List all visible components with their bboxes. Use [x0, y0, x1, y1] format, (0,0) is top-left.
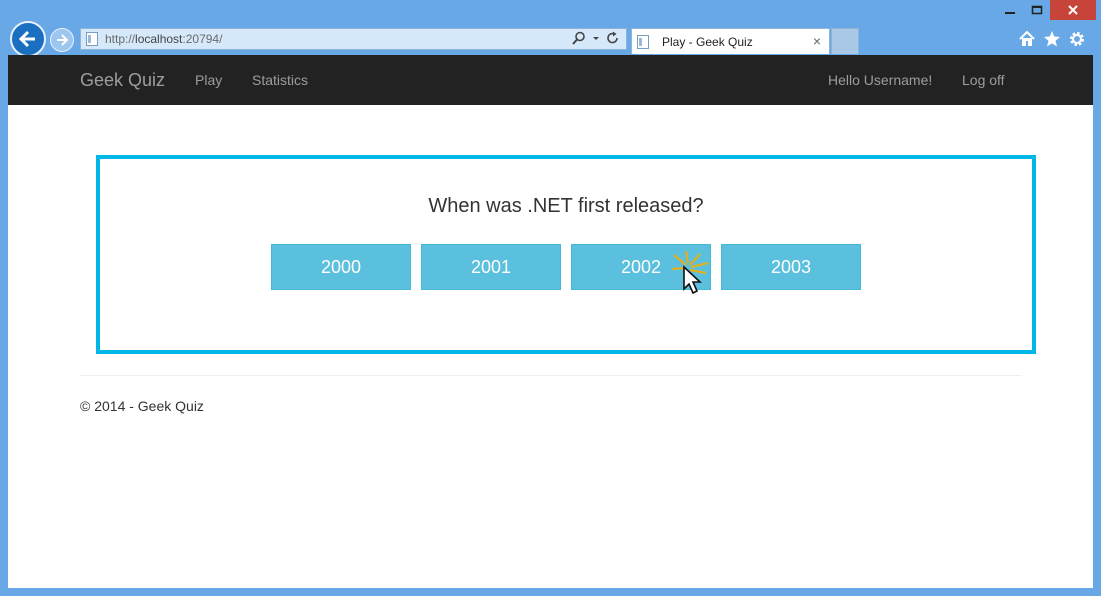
address-bar[interactable]: http://localhost:20794/ — [80, 28, 627, 50]
quiz-panel: When was .NET first released? 2000 2001 … — [96, 155, 1036, 354]
nav-link-statistics[interactable]: Statistics — [252, 72, 308, 88]
forward-arrow-icon — [57, 34, 69, 46]
logoff-link[interactable]: Log off — [962, 72, 1005, 88]
back-button[interactable] — [10, 21, 46, 57]
url-text: http://localhost:20794/ — [105, 32, 223, 46]
footer-text: © 2014 - Geek Quiz — [80, 398, 204, 414]
maximize-button[interactable] — [1024, 0, 1050, 20]
user-greeting-link[interactable]: Hello Username! — [828, 72, 932, 88]
page-icon — [637, 34, 649, 49]
browser-window: http://localhost:20794/ Play - Geek Quiz… — [0, 0, 1101, 596]
question-text: When was .NET first released? — [428, 195, 704, 217]
answer-button-2000[interactable]: 2000 — [271, 244, 411, 290]
page-viewport: Geek Quiz Play Statistics Hello Username… — [8, 55, 1093, 588]
favorites-button[interactable] — [1043, 30, 1061, 48]
maximize-icon — [1031, 5, 1043, 15]
brand-link[interactable]: Geek Quiz — [80, 70, 165, 91]
mouse-cursor-icon — [671, 251, 709, 295]
dropdown-icon[interactable] — [592, 31, 600, 45]
home-icon — [1019, 30, 1035, 46]
tab-close-button[interactable]: × — [809, 33, 825, 49]
minimize-icon — [1005, 12, 1015, 14]
close-icon — [1068, 5, 1078, 15]
gear-icon — [1070, 32, 1084, 46]
page-icon — [86, 32, 98, 46]
close-window-button[interactable] — [1050, 0, 1096, 20]
search-icon[interactable] — [572, 31, 586, 45]
star-icon — [1044, 31, 1060, 47]
nav-link-play[interactable]: Play — [195, 72, 222, 88]
site-navbar: Geek Quiz Play Statistics Hello Username… — [8, 55, 1093, 105]
footer-divider — [80, 375, 1021, 376]
tab-title: Play - Geek Quiz — [662, 34, 753, 49]
home-button[interactable] — [1018, 30, 1036, 48]
tools-button[interactable] — [1068, 30, 1086, 48]
new-tab-button[interactable] — [831, 28, 859, 54]
tab-play-geek-quiz[interactable]: Play - Geek Quiz × — [631, 28, 830, 54]
minimize-button[interactable] — [996, 0, 1024, 20]
answer-button-2001[interactable]: 2001 — [421, 244, 561, 290]
back-arrow-icon — [18, 30, 35, 48]
refresh-icon[interactable] — [606, 31, 620, 45]
forward-button[interactable] — [50, 28, 74, 52]
answer-button-2003[interactable]: 2003 — [721, 244, 861, 290]
